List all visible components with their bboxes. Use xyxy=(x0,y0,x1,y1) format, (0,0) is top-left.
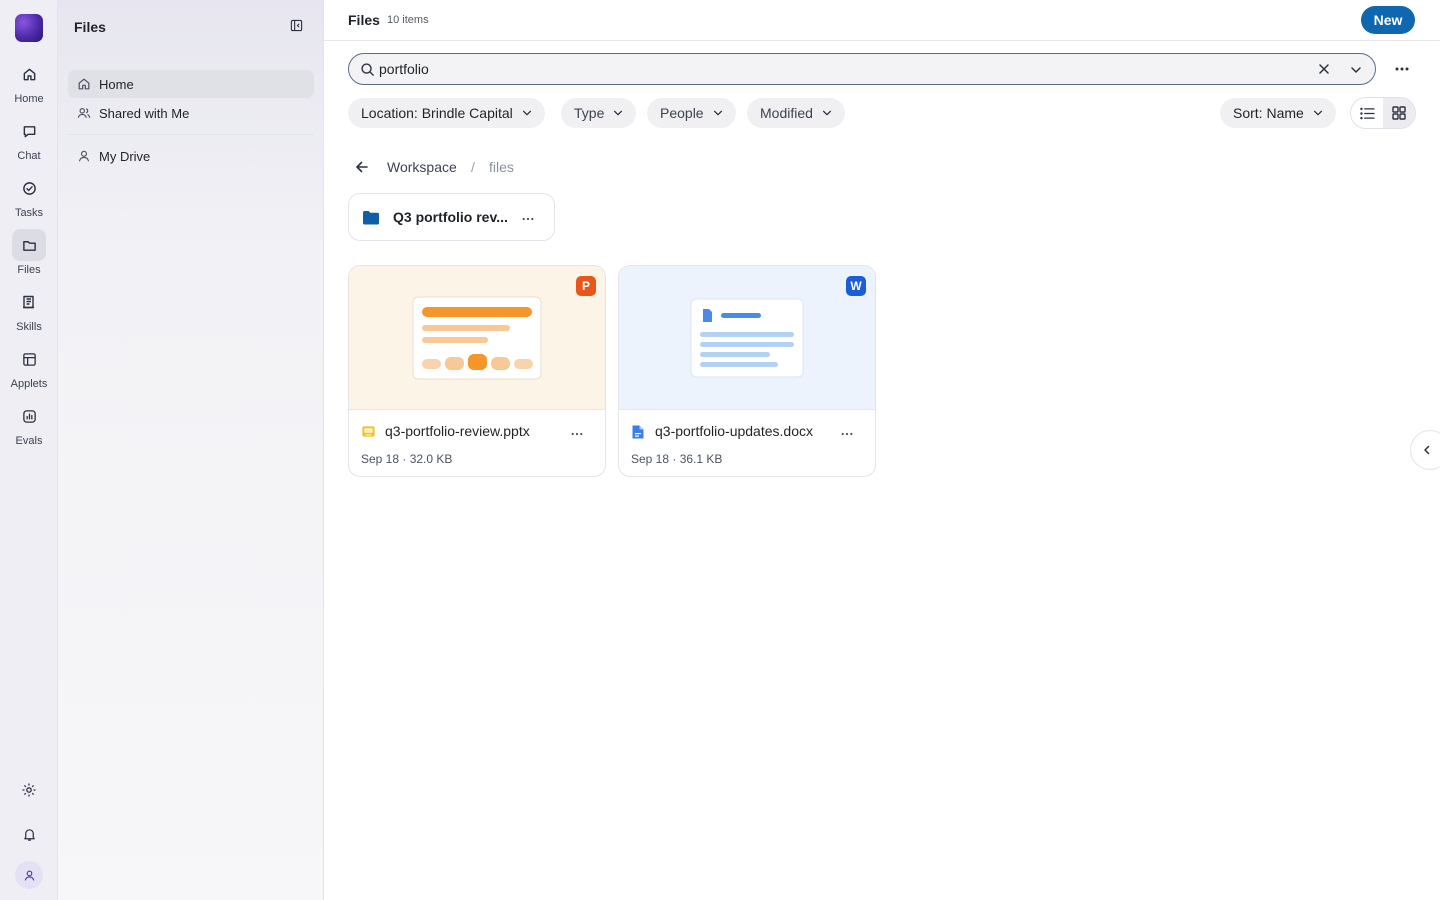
folder-name: Q3 portfolio rev... xyxy=(393,209,508,225)
rail-label: Home xyxy=(14,93,44,105)
sort-label: Sort: Name xyxy=(1233,105,1304,121)
presentation-file-icon xyxy=(361,424,376,444)
page-title: Files xyxy=(348,12,380,28)
sort-dropdown[interactable]: Sort: Name xyxy=(1220,98,1336,128)
chevron-down-icon xyxy=(614,110,623,116)
home-icon xyxy=(12,58,46,90)
sidepanel-item-shared[interactable]: Shared with Me xyxy=(68,99,314,127)
chevron-down-icon xyxy=(713,110,722,116)
folder-card[interactable]: Q3 portfolio rev... xyxy=(348,193,555,241)
file-name: q3-portfolio-review.pptx xyxy=(385,423,530,439)
people-filter[interactable]: People xyxy=(647,98,736,128)
location-filter-label: Location: Brindle Capital xyxy=(361,105,513,121)
file-thumbnail: W xyxy=(619,266,875,410)
breadcrumb-workspace[interactable]: Workspace xyxy=(387,159,457,175)
grid-view-icon[interactable] xyxy=(1383,98,1415,128)
people-icon xyxy=(77,106,91,120)
app-rail: Home Chat Tasks Files Skills Applets Eva… xyxy=(0,0,58,900)
file-card[interactable]: W q3-portfolio-updates.docx Sep 18 · 36.… xyxy=(618,265,876,477)
chevron-down-icon xyxy=(1313,110,1322,116)
file-name: q3-portfolio-updates.docx xyxy=(655,423,813,439)
evals-icon xyxy=(12,400,46,432)
file-thumbnail: P xyxy=(349,266,605,410)
folder-icon xyxy=(362,210,380,230)
more-options-icon[interactable] xyxy=(522,208,534,226)
powerpoint-badge: P xyxy=(576,276,596,296)
collapse-panel-icon[interactable] xyxy=(290,19,306,35)
sidepanel-item-label: Shared with Me xyxy=(99,105,190,121)
word-badge: W xyxy=(846,276,866,296)
settings-icon[interactable] xyxy=(15,776,43,804)
folder-icon xyxy=(12,229,46,261)
sidepanel-divider xyxy=(68,134,314,135)
sidepanel-item-my-drive[interactable]: My Drive xyxy=(68,142,314,170)
back-arrow-icon[interactable] xyxy=(354,159,372,177)
search-input[interactable] xyxy=(379,59,1279,79)
document-preview-icon xyxy=(690,298,804,378)
document-file-icon xyxy=(631,424,645,445)
chevron-down-icon xyxy=(522,110,531,116)
rail-label: Files xyxy=(17,264,41,276)
breadcrumb-separator: / xyxy=(471,159,475,175)
bell-icon[interactable] xyxy=(15,820,43,848)
rail-item-tasks[interactable]: Tasks xyxy=(0,172,58,224)
rail-label: Applets xyxy=(10,378,48,390)
modified-filter-label: Modified xyxy=(760,105,813,121)
more-options-icon[interactable] xyxy=(1390,57,1414,81)
sidepanel-item-label: My Drive xyxy=(99,148,151,164)
more-options-icon[interactable] xyxy=(571,423,583,441)
chevron-left-icon xyxy=(1424,445,1430,455)
file-meta: Sep 18 · 36.1 KB xyxy=(631,452,723,466)
rail-label: Evals xyxy=(15,435,43,447)
presentation-preview-icon xyxy=(412,296,542,380)
sidepanel-item-home[interactable]: Home xyxy=(68,70,314,98)
tasks-icon xyxy=(12,172,46,204)
type-filter-label: Type xyxy=(574,105,605,121)
rail-label: Tasks xyxy=(14,207,44,219)
expand-panel-button[interactable] xyxy=(1410,430,1440,470)
people-filter-label: People xyxy=(660,105,704,121)
chat-icon xyxy=(12,115,46,147)
list-view-icon[interactable] xyxy=(1351,98,1383,128)
applets-icon xyxy=(12,343,46,375)
clear-search-icon[interactable] xyxy=(1317,62,1331,81)
breadcrumb-current: files xyxy=(489,159,514,175)
chevron-down-icon[interactable] xyxy=(1349,63,1363,82)
home-icon xyxy=(77,77,91,91)
rail-label: Chat xyxy=(17,150,41,162)
sidepanel-title: Files xyxy=(74,19,106,35)
top-bar: Files 10 items New xyxy=(324,0,1440,41)
rail-item-applets[interactable]: Applets xyxy=(0,343,58,395)
chevron-down-icon xyxy=(822,110,831,116)
user-avatar-icon[interactable] xyxy=(15,861,43,889)
rail-label: Skills xyxy=(16,321,42,333)
new-button[interactable]: New xyxy=(1361,6,1415,34)
location-filter[interactable]: Location: Brindle Capital xyxy=(348,98,545,128)
rail-item-home[interactable]: Home xyxy=(0,58,58,110)
sidepanel-item-label: Home xyxy=(99,76,134,92)
more-options-icon[interactable] xyxy=(841,423,853,441)
person-icon xyxy=(77,149,91,163)
main-content: Files 10 items New Location: Brindle Cap… xyxy=(324,0,1440,900)
rail-item-skills[interactable]: Skills xyxy=(0,286,58,338)
type-filter[interactable]: Type xyxy=(561,98,637,128)
item-count: 10 items xyxy=(387,14,429,26)
skills-icon xyxy=(12,286,46,318)
rail-item-files[interactable]: Files xyxy=(0,229,58,281)
modified-filter[interactable]: Modified xyxy=(747,98,845,128)
rail-item-evals[interactable]: Evals xyxy=(0,400,58,452)
rail-item-chat[interactable]: Chat xyxy=(0,115,58,167)
file-meta: Sep 18 · 32.0 KB xyxy=(361,452,453,466)
files-sidepanel: Files Home Shared with Me My Drive xyxy=(58,0,324,900)
view-toggle xyxy=(1350,97,1416,129)
search-bar xyxy=(348,53,1376,85)
search-icon xyxy=(360,62,375,82)
file-card[interactable]: P q3-portfolio-review.pptx Sep 18 · 32.0… xyxy=(348,265,606,477)
app-logo[interactable] xyxy=(15,14,43,42)
